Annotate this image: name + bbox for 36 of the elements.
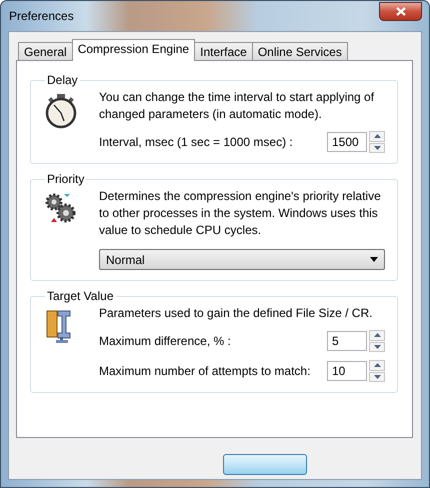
tab[interactable]: Interface (194, 42, 253, 60)
group-title: Priority (46, 172, 86, 186)
window-title: Preferences (8, 9, 74, 23)
number-field[interactable]: 1500 (327, 132, 367, 152)
number-field[interactable]: 10 (327, 361, 367, 381)
close-button[interactable] (379, 2, 422, 20)
spin-up-button[interactable] (369, 131, 385, 142)
tab[interactable]: Online Services (252, 42, 348, 60)
stopwatch-icon (44, 93, 78, 129)
field-label: Maximum difference, % : (99, 334, 231, 348)
spin-up-button[interactable] (369, 360, 385, 370)
field-label: Interval, msec (1 sec = 1000 msec) : (99, 135, 293, 149)
description-text: Determines the compression engine's priority relative to other processes in the system. Windows uses this value to schedule CPU cycles. (99, 188, 382, 239)
down-arrow-icon (374, 146, 380, 150)
up-arrow-icon (374, 134, 380, 138)
down-arrow-icon (374, 374, 380, 379)
spin-down-button[interactable] (369, 142, 385, 153)
group-title: Target Value (46, 289, 114, 303)
field-label: Maximum number of attempts to match: (99, 364, 310, 378)
close-icon (396, 6, 406, 16)
gears-icon (44, 192, 78, 224)
tab[interactable]: Compression Engine (72, 39, 196, 61)
number-field[interactable]: 5 (327, 331, 367, 351)
spin-down-button[interactable] (369, 342, 385, 352)
dropdown-arrow-icon (370, 257, 378, 262)
spin-down-button[interactable] (369, 372, 385, 382)
group-title: Delay (46, 73, 79, 87)
dialog-button[interactable] (222, 454, 306, 475)
priority-dropdown[interactable]: Normal (99, 249, 385, 270)
description-text: Parameters used to gain the defined File Size / CR. (99, 305, 374, 322)
description-text: You can change the time interval to start applying of changed parameters (in automatic mode). (99, 89, 376, 123)
up-arrow-icon (374, 363, 380, 368)
down-arrow-icon (374, 344, 380, 349)
tab[interactable]: General (18, 42, 73, 60)
up-arrow-icon (374, 333, 380, 338)
spin-up-button[interactable] (369, 330, 385, 340)
